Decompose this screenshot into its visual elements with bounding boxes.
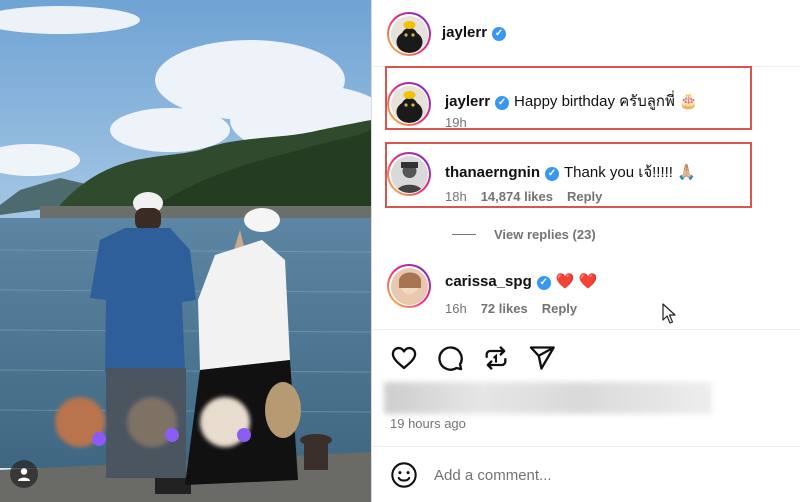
comment-meta: 16h 72 likes Reply [445,301,591,316]
view-replies-link[interactable]: View replies (23) [452,227,596,242]
comment-time[interactable]: 16h [445,301,467,316]
user-tag-icon [18,468,30,481]
post-author-username[interactable]: jaylerr ✓ [442,24,507,41]
composer-divider [372,446,800,447]
section-divider [372,329,800,330]
cat-avatar-image [390,15,428,53]
share-icon[interactable] [528,344,556,372]
add-comment-input[interactable]: Add a comment... [434,467,552,484]
blurred-badge-1 [92,432,106,446]
comment-username[interactable]: carissa_spg [445,273,532,290]
action-bar [390,344,556,372]
blurred-badge-3 [237,428,251,442]
heart-icon[interactable] [390,344,418,372]
comment-avatar[interactable] [387,264,431,308]
post-time-ago: 19 hours ago [390,416,466,431]
comments-pane: jaylerr ✓ jaylerr ✓ Happy birthday ครับลูกพ… [372,0,800,502]
replies-divider-line [452,234,476,235]
post-header: jaylerr ✓ [372,0,800,67]
repost-icon[interactable] [482,344,510,372]
mouse-cursor-icon [662,303,676,324]
highlight-box-2 [385,142,752,208]
comment-icon[interactable] [436,344,464,372]
emoji-icon[interactable] [390,461,418,489]
blurred-likes-summary [384,382,712,414]
comment-likes[interactable]: 72 likes [481,301,528,316]
verified-badge-icon: ✓ [492,27,507,41]
person-avatar-image [390,267,428,305]
author-avatar[interactable] [387,12,431,56]
post-photo[interactable] [0,0,371,502]
comment-text: ❤️ ❤️ [555,273,598,290]
blurred-badge-2 [165,428,179,442]
reply-button[interactable]: Reply [542,301,577,316]
comment-row: carissa_spg ✓ ❤️ ❤️ [445,272,597,290]
user-tag-button[interactable] [10,460,38,488]
highlight-box-1 [385,66,752,130]
verified-badge-icon: ✓ [536,276,551,290]
